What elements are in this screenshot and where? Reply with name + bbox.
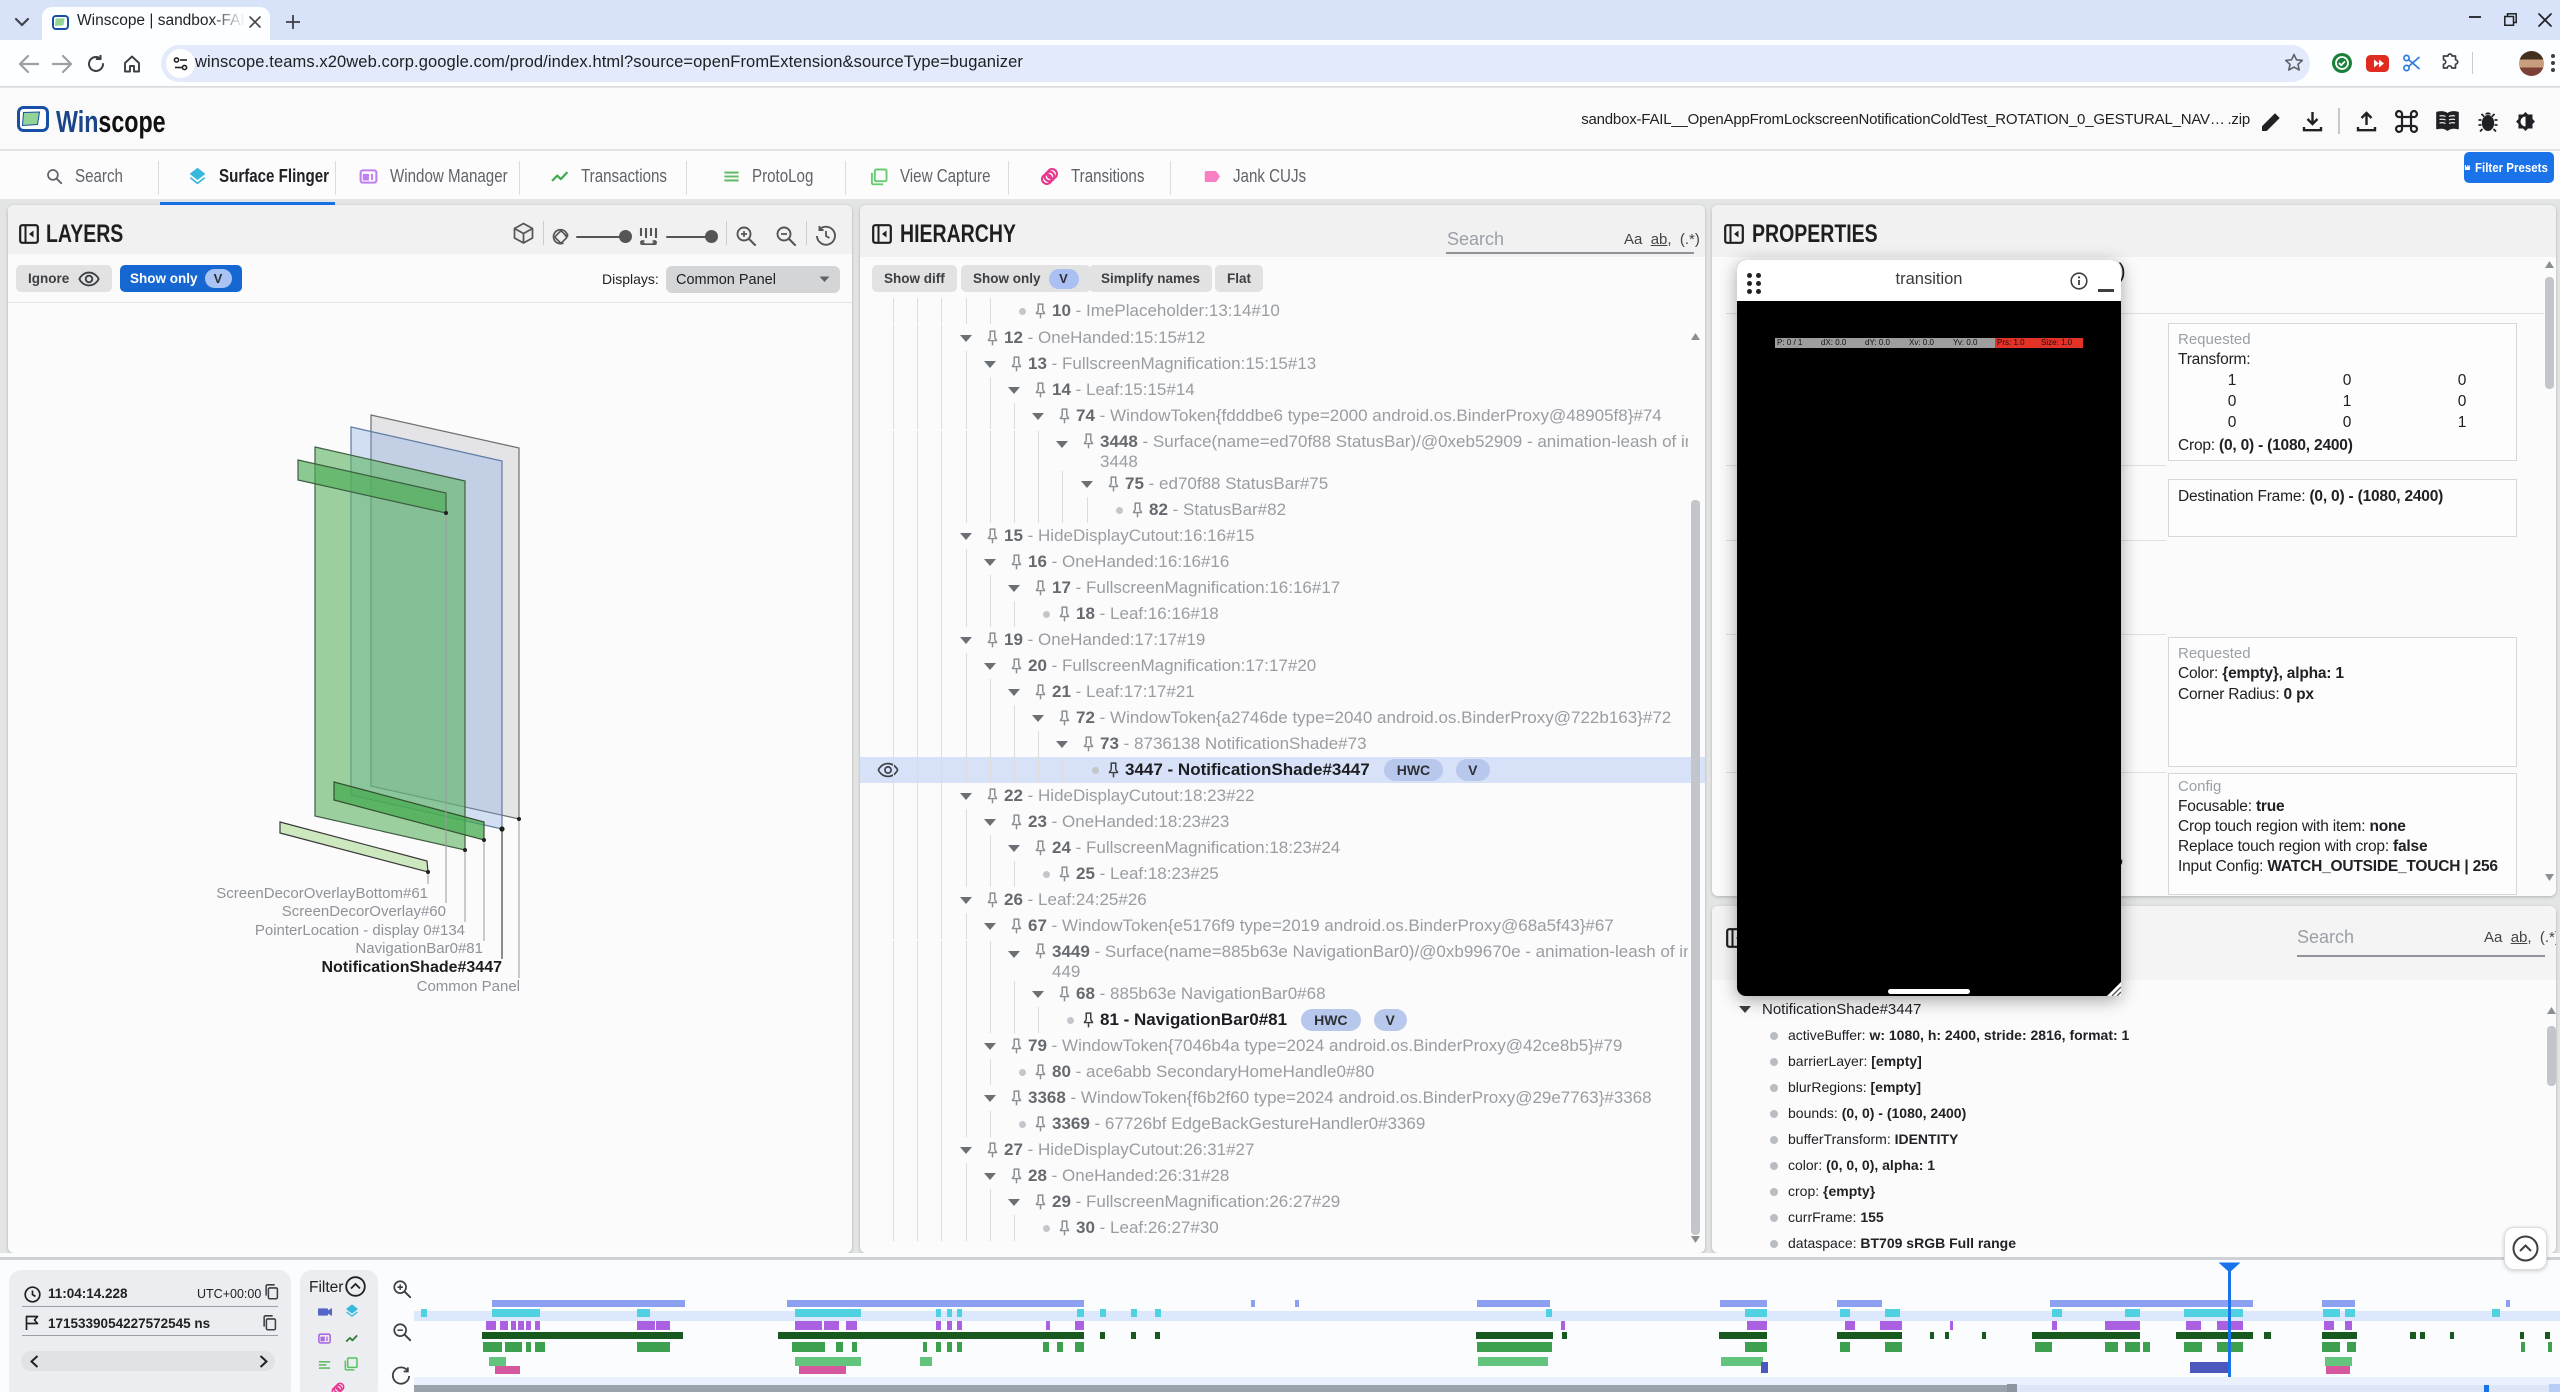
- svg-text:ScreenDecorOverlay#60: ScreenDecorOverlay#60: [282, 903, 446, 920]
- svg-text:ScreenDecorOverlayBottom#61: ScreenDecorOverlayBottom#61: [216, 885, 428, 902]
- svg-text:NavigationBar0#81: NavigationBar0#81: [355, 940, 483, 957]
- svg-text:Common Panel: Common Panel: [417, 978, 520, 995]
- svg-text:PointerLocation - display 0#13: PointerLocation - display 0#134: [255, 922, 465, 939]
- svg-text:NotificationShade#3447: NotificationShade#3447: [322, 959, 503, 976]
